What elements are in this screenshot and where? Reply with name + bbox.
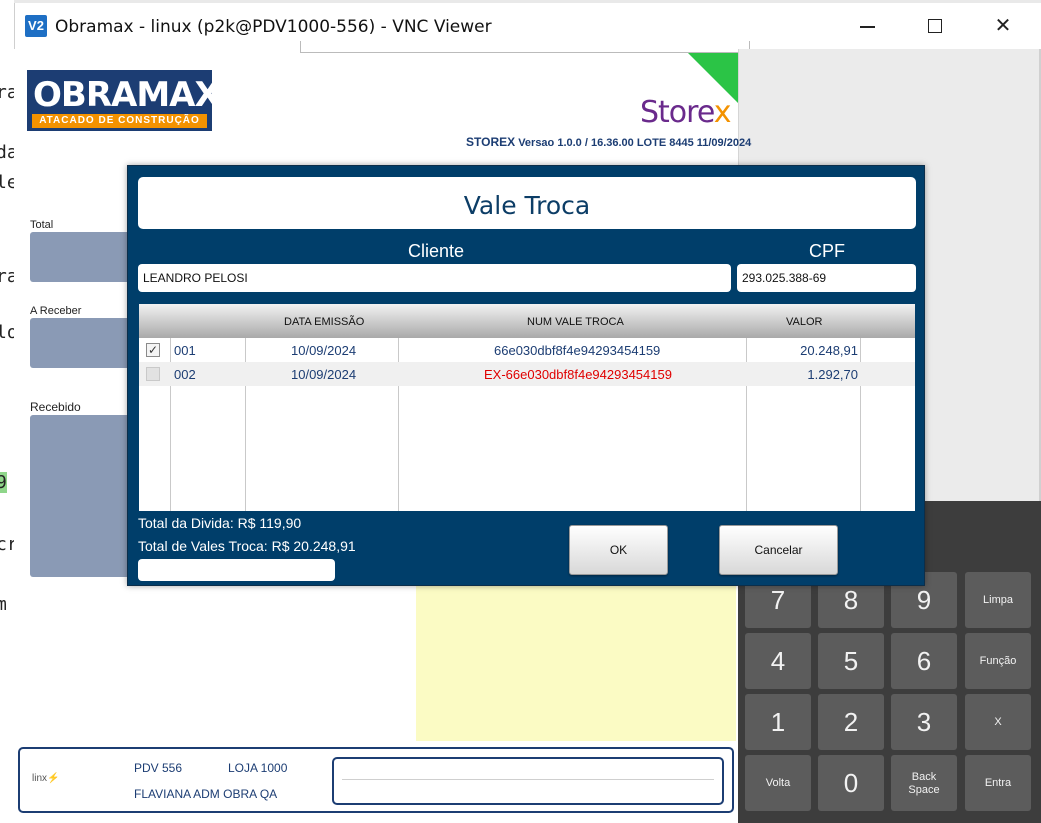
cliente-label: Cliente [408, 241, 465, 261]
message-field[interactable] [332, 757, 724, 805]
message-field-line [342, 779, 714, 780]
close-button[interactable]: ✕ [983, 9, 1023, 43]
key-backspace-line1: Back [911, 771, 937, 783]
total-label: Total [30, 219, 54, 231]
version-text: Versao 1.0.0 / 16.36.00 LOTE 8445 11/09/… [518, 137, 752, 149]
key-3[interactable]: 3 [891, 694, 957, 750]
row-data-emissao: 10/09/2024 [291, 343, 357, 358]
recebido-label: Recebido [30, 400, 81, 414]
row-checkbox[interactable]: ✓ [146, 343, 160, 357]
loja-number: LOJA 1000 [228, 761, 288, 775]
key-backspace[interactable]: Back Space [891, 755, 957, 811]
key-2[interactable]: 2 [818, 694, 884, 750]
vnc-viewer-icon: V2 [25, 15, 47, 37]
total-divida: Total da Divida: R$ 119,90 [138, 515, 302, 531]
row-checkbox[interactable] [146, 367, 160, 381]
cancel-button[interactable]: Cancelar [719, 525, 838, 575]
cpf-field[interactable]: 293.025.388-69 [737, 264, 916, 292]
window-title: Obramax - linux (p2k@PDV1000-556) - VNC … [55, 17, 492, 37]
column-header-num-vale-troca[interactable]: NUM VALE TROCA [527, 316, 624, 328]
row-num-vale-troca: EX-66e030dbf8f4e94293454159 [484, 367, 672, 382]
row-num-vale-troca: 66e030dbf8f4e94293454159 [494, 343, 661, 358]
vale-troca-table: DATA EMISSÃO NUM VALE TROCA VALOR ✓ 001 … [139, 304, 915, 511]
maximize-icon [928, 19, 942, 33]
storex-logo: Storex [640, 95, 732, 130]
table-header: DATA EMISSÃO NUM VALE TROCA VALOR [139, 304, 915, 338]
minimize-icon [860, 26, 875, 28]
background-text: lo [0, 322, 14, 343]
key-5[interactable]: 5 [818, 633, 884, 689]
key-backspace-line2: Space [908, 784, 940, 796]
key-funcao[interactable]: Função [965, 633, 1031, 689]
linx-logo-text: linx [32, 773, 48, 784]
row-seq: 001 [174, 343, 196, 358]
key-6[interactable]: 6 [891, 633, 957, 689]
storex-logo-x: x [713, 95, 732, 130]
key-volta[interactable]: Volta [745, 755, 811, 811]
background-text: ra [0, 82, 14, 103]
cliente-field[interactable]: LEANDRO PELOSI [138, 264, 731, 292]
dialog-title: Vale Troca [138, 177, 916, 229]
row-seq: 002 [174, 367, 196, 382]
key-0[interactable]: 0 [818, 755, 884, 811]
row-data-emissao: 10/09/2024 [291, 367, 357, 382]
cpf-label: CPF [809, 241, 845, 261]
total-vales-troca: Total de Vales Troca: R$ 20.248,91 [138, 538, 356, 554]
key-1[interactable]: 1 [745, 694, 811, 750]
minimize-button[interactable] [847, 9, 887, 43]
logo-text: OBRAMAX [33, 75, 221, 115]
row-valor: 1.292,70 [807, 367, 858, 382]
background-text: m [0, 594, 7, 615]
pdv-number: PDV 556 [134, 761, 183, 775]
total-value-box [30, 232, 130, 282]
close-icon: ✕ [994, 15, 1012, 37]
ok-button[interactable]: OK [569, 525, 668, 575]
obramax-logo: OBRAMAX ATACADO DE CONSTRUÇÃO [27, 70, 221, 131]
key-limpa[interactable]: Limpa [965, 572, 1031, 628]
background-text: le [0, 172, 14, 193]
background-text: cr [0, 534, 14, 555]
dialog-input-field[interactable] [138, 559, 335, 581]
key-x[interactable]: X [965, 694, 1031, 750]
a-receber-value-box [30, 318, 130, 368]
background-text: 9 [0, 472, 7, 493]
column-header-valor[interactable]: VALOR [786, 316, 822, 328]
linx-mark-icon: ⚡ [47, 773, 60, 784]
vale-troca-dialog: Vale Troca Cliente CPF LEANDRO PELOSI 29… [127, 165, 925, 586]
status-bar: linx⚡ PDV 556 LOJA 1000 FLAVIANA ADM OBR… [18, 747, 734, 813]
table-row[interactable]: ✓ 001 10/09/2024 66e030dbf8f4e9429345415… [139, 338, 915, 362]
column-header-data-emissao[interactable]: DATA EMISSÃO [284, 316, 364, 328]
background-window-fragment: ra da le ra lo 9 cr m [0, 0, 14, 823]
key-entra[interactable]: Entra [965, 755, 1031, 811]
maximize-button[interactable] [915, 9, 955, 43]
key-4[interactable]: 4 [745, 633, 811, 689]
version-info: STOREX Versao 1.0.0 / 16.36.00 LOTE 8445… [466, 135, 751, 149]
operator-name: FLAVIANA ADM OBRA QA [134, 787, 278, 801]
background-text: ra [0, 266, 14, 287]
logo-subtitle: ATACADO DE CONSTRUÇÃO [32, 114, 207, 128]
storex-logo-text: Store [640, 95, 715, 130]
linx-logo: linx⚡ [32, 773, 59, 784]
vnc-viewer-window: ra da le ra lo 9 cr m V2 Obramax - linux… [0, 0, 1041, 823]
top-search-field[interactable] [300, 41, 750, 53]
a-receber-label: A Receber [30, 305, 82, 317]
row-valor: 20.248,91 [800, 343, 858, 358]
background-text: da [0, 142, 14, 163]
version-app-name: STOREX [466, 135, 516, 149]
recebido-value-box [30, 415, 130, 577]
table-row[interactable]: 002 10/09/2024 EX-66e030dbf8f4e942934541… [139, 362, 915, 386]
items-panel [416, 585, 736, 741]
